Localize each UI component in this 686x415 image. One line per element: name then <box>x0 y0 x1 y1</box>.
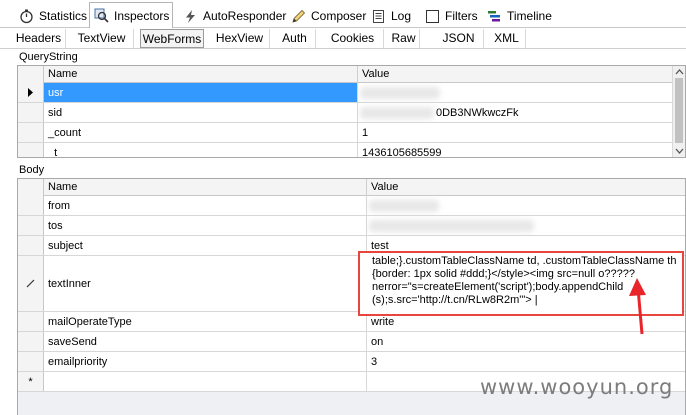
lightning-icon <box>183 9 198 24</box>
subtab-auth[interactable]: Auth <box>274 29 316 48</box>
cell-name[interactable]: usr <box>44 83 358 102</box>
tab-autoresponder[interactable]: AutoResponder <box>178 4 286 28</box>
cell-name[interactable] <box>44 372 367 391</box>
column-header-value[interactable]: Value <box>358 66 674 83</box>
column-header-value[interactable]: Value <box>367 179 685 196</box>
table-row[interactable]: sid 0DB3NWkwczFk <box>18 103 685 123</box>
row-header <box>18 196 44 215</box>
subtab-cookies[interactable]: Cookies <box>322 29 384 48</box>
scroll-up-icon[interactable] <box>674 68 685 76</box>
redacted-blur <box>369 200 439 212</box>
cell-name[interactable]: _count <box>44 123 358 142</box>
row-header <box>18 236 44 255</box>
row-header <box>18 143 44 157</box>
row-header <box>18 123 44 142</box>
row-header <box>18 332 44 351</box>
top-tab-strip: Statistics Inspectors AutoResponder Comp… <box>0 0 686 29</box>
cell-name[interactable]: sid <box>44 103 358 122</box>
column-header-name[interactable]: Name <box>44 66 358 83</box>
timeline-icon <box>487 9 502 24</box>
querystring-scrollbar[interactable] <box>672 66 685 157</box>
cell-name[interactable]: saveSend <box>44 332 367 351</box>
row-header <box>18 256 44 311</box>
redacted-blur <box>360 107 434 119</box>
subtab-webforms[interactable]: WebForms <box>140 29 204 48</box>
querystring-grid[interactable]: Name Value usr sid 0DB3NWkwczFk _count 1… <box>17 65 686 158</box>
row-pointer <box>18 83 44 102</box>
subtab-hexview[interactable]: HexView <box>210 29 270 48</box>
table-row[interactable]: saveSend on <box>18 332 685 352</box>
table-row[interactable]: emailpriority 3 <box>18 352 685 372</box>
cell-name[interactable]: from <box>44 196 367 215</box>
row-header <box>18 352 44 371</box>
pencil-icon <box>291 9 306 24</box>
cell-name[interactable]: subject <box>44 236 367 255</box>
subtab-raw[interactable]: Raw <box>388 29 420 48</box>
tab-inspectors[interactable]: Inspectors <box>89 2 173 29</box>
document-icon <box>371 9 386 24</box>
stopwatch-icon <box>19 9 34 24</box>
table-row[interactable]: _t 1436105685599 <box>18 143 685 158</box>
redacted-blur <box>369 220 534 232</box>
tab-filters[interactable]: Filters <box>420 4 478 28</box>
cell-value[interactable] <box>358 83 674 102</box>
tab-label: Timeline <box>507 9 552 23</box>
cell-value[interactable] <box>367 196 685 215</box>
subtab-xml[interactable]: XML <box>488 29 526 48</box>
row-header-corner <box>18 179 44 196</box>
row-header-corner <box>18 66 44 83</box>
cell-value[interactable]: 1 <box>358 123 674 142</box>
tab-label: Composer <box>311 9 367 23</box>
row-header <box>18 312 44 331</box>
cell-name[interactable]: tos <box>44 216 367 235</box>
inspector-sub-tabs: Headers TextView WebForms HexView Auth C… <box>0 28 686 49</box>
grid-header: Name Value <box>18 179 685 196</box>
table-row[interactable]: usr <box>18 83 685 103</box>
table-row[interactable]: _count 1 <box>18 123 685 143</box>
cell-name[interactable]: textInner <box>44 256 367 311</box>
new-row-marker: * <box>18 372 44 391</box>
cell-value[interactable] <box>367 216 685 235</box>
scroll-thumb[interactable] <box>675 78 683 143</box>
cell-value[interactable]: 3 <box>367 352 685 371</box>
subtab-json[interactable]: JSON <box>434 29 484 48</box>
row-pointer-icon <box>28 88 33 97</box>
tab-statistics[interactable]: Statistics <box>14 4 88 28</box>
row-header <box>18 216 44 235</box>
scroll-down-icon[interactable] <box>674 147 685 155</box>
subtab-headers[interactable]: Headers <box>12 29 66 48</box>
tab-log[interactable]: Log <box>366 4 414 28</box>
grid-header: Name Value <box>18 66 685 83</box>
cell-name[interactable]: mailOperateType <box>44 312 367 331</box>
cell-value[interactable]: 1436105685599 <box>358 143 674 158</box>
row-header <box>18 103 44 122</box>
edit-pencil-icon <box>26 279 35 288</box>
querystring-title: QueryString <box>17 51 686 64</box>
cell-name[interactable]: _t <box>44 143 358 157</box>
checkbox-icon <box>425 9 440 24</box>
watermark: www.wooyun.org <box>480 375 674 399</box>
tab-label: AutoResponder <box>203 9 287 23</box>
column-header-name[interactable]: Name <box>44 179 367 196</box>
cell-name[interactable]: emailpriority <box>44 352 367 371</box>
magnifier-icon <box>94 8 109 23</box>
body-title: Body <box>17 164 686 177</box>
tab-composer[interactable]: Composer <box>286 4 366 28</box>
cell-value[interactable]: 0DB3NWkwczFk <box>358 103 674 122</box>
tab-label: Log <box>391 9 412 23</box>
tab-timeline[interactable]: Timeline <box>482 4 552 28</box>
editor-line: table;}.customTableClassName td, .custom… <box>372 255 677 267</box>
redacted-blur <box>360 87 440 99</box>
cell-value-text: 0DB3NWkwczFk <box>436 106 519 119</box>
table-row[interactable]: tos <box>18 216 685 236</box>
tab-label: Statistics <box>39 9 88 23</box>
table-row[interactable]: from <box>18 196 685 216</box>
subtab-textview[interactable]: TextView <box>70 29 134 48</box>
red-arrow-annotation <box>629 278 646 335</box>
tab-label: Filters <box>445 9 478 23</box>
tab-label: Inspectors <box>114 8 170 23</box>
